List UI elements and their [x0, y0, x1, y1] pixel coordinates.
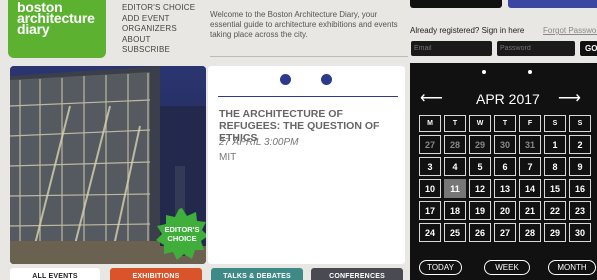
calendar-day[interactable]: 6: [494, 157, 516, 176]
calendar-row: 10 11 12 13 14 15 16: [419, 179, 595, 198]
weekday-label: F: [519, 115, 541, 132]
calendar-day[interactable]: 27: [419, 135, 441, 154]
site-logo[interactable]: boston architecture diary: [8, 0, 106, 58]
top-bar-button[interactable]: [508, 0, 597, 8]
today-button[interactable]: TODAY: [419, 260, 462, 275]
login-label: Already registered? Sign in here: [410, 26, 525, 35]
main-nav: EDITOR'S CHOICE ADD EVENT ORGANIZERS ABO…: [122, 3, 195, 56]
tab-all-events[interactable]: ALL EVENTS: [10, 268, 100, 280]
calendar-day[interactable]: 24: [419, 223, 441, 242]
calendar-day[interactable]: 8: [544, 157, 566, 176]
calendar-day[interactable]: 28: [519, 223, 541, 242]
divider: [210, 56, 408, 57]
badge-line: EDITOR'S: [164, 225, 200, 234]
top-bar-button[interactable]: [410, 0, 502, 8]
calendar-dot[interactable]: [528, 70, 532, 74]
calendar-day[interactable]: 9: [569, 157, 591, 176]
calendar-day[interactable]: 7: [519, 157, 541, 176]
calendar-day[interactable]: 23: [569, 201, 591, 220]
calendar-day[interactable]: 27: [494, 223, 516, 242]
featured-event-card[interactable]: THE ARCHITECTURE OF REFUGEES: THE QUESTI…: [208, 66, 405, 264]
tab-exhibitions[interactable]: EXHIBITIONS: [110, 268, 202, 280]
week-view-button[interactable]: WEEK: [484, 260, 530, 275]
calendar-day[interactable]: 29: [469, 135, 491, 154]
weekday-label: W: [469, 115, 491, 132]
badge-line: CHOICE: [167, 234, 197, 243]
email-field[interactable]: [410, 40, 493, 57]
event-date: 27 APRIL 3:00PM: [219, 137, 299, 148]
calendar-day[interactable]: 28: [444, 135, 466, 154]
nav-editors-choice[interactable]: EDITOR'S CHOICE: [122, 3, 195, 14]
calendar-day[interactable]: 4: [444, 157, 466, 176]
calendar-day[interactable]: 1: [544, 135, 566, 154]
calendar-day[interactable]: 19: [469, 201, 491, 220]
calendar-header: ⟵ APR 2017 ⟶: [410, 89, 597, 109]
calendar-day[interactable]: 5: [469, 157, 491, 176]
next-month-arrow-icon[interactable]: ⟶: [558, 89, 581, 109]
calendar-day[interactable]: 14: [519, 179, 541, 198]
weekday-label: T: [494, 115, 516, 132]
calendar-day[interactable]: 17: [419, 201, 441, 220]
password-field[interactable]: [496, 40, 576, 57]
event-venue: MIT: [219, 152, 237, 163]
carousel-dot[interactable]: [280, 74, 291, 85]
tab-talks-debates[interactable]: TALKS & DEBATES: [211, 268, 303, 280]
calendar-day[interactable]: 13: [494, 179, 516, 198]
calendar-row: 27 28 29 30 31 1 2: [419, 135, 595, 154]
calendar-grid: M T W T F S S 27 28 29 30 31 1 2 3 4 5 6 7 8 9 10 11 12 13 14 15 16…: [419, 115, 595, 245]
calendar-day[interactable]: 29: [544, 223, 566, 242]
nav-add-event[interactable]: ADD EVENT: [122, 14, 195, 25]
calendar-day[interactable]: 16: [569, 179, 591, 198]
calendar-day[interactable]: 12: [469, 179, 491, 198]
nav-organizers[interactable]: ORGANIZERS: [122, 24, 195, 35]
editors-choice-badge: EDITOR'S CHOICE: [155, 207, 206, 261]
calendar-day[interactable]: 2: [569, 135, 591, 154]
calendar-row: 24 25 26 27 28 29 30: [419, 223, 595, 242]
weekday-label: M: [419, 115, 441, 132]
featured-photo[interactable]: EDITOR'S CHOICE: [10, 66, 206, 264]
month-view-button[interactable]: MONTH: [548, 260, 596, 275]
calendar-day[interactable]: 18: [444, 201, 466, 220]
calendar-day[interactable]: 26: [469, 223, 491, 242]
weekday-label: S: [569, 115, 591, 132]
calendar-day[interactable]: 21: [519, 201, 541, 220]
nav-about[interactable]: ABOUT: [122, 35, 195, 46]
calendar-day[interactable]: 30: [494, 135, 516, 154]
calendar-row: 17 18 19 20 21 22 23: [419, 201, 595, 220]
go-button[interactable]: GO: [579, 40, 597, 57]
nav-subscribe[interactable]: SUBSCRIBE: [122, 45, 195, 56]
calendar-month: APR 2017: [476, 91, 540, 107]
calendar-day[interactable]: 15: [544, 179, 566, 198]
calendar-day[interactable]: 30: [569, 223, 591, 242]
calendar-day[interactable]: 31: [519, 135, 541, 154]
calendar-day[interactable]: 25: [444, 223, 466, 242]
calendar-day[interactable]: 20: [494, 201, 516, 220]
calendar-row: 3456789: [419, 157, 595, 176]
calendar-day[interactable]: 3: [419, 157, 441, 176]
weekday-label: S: [544, 115, 566, 132]
event-calendar: ⟵ APR 2017 ⟶ M T W T F S S 27 28 29 30 31 1 2 3 4 5 6 7 8 9 1…: [410, 63, 597, 280]
calendar-row: MTWTFSS: [419, 115, 595, 132]
calendar-dot[interactable]: [482, 70, 486, 74]
calendar-day[interactable]: 22: [544, 201, 566, 220]
weekday-label: T: [444, 115, 466, 132]
calendar-day[interactable]: 10: [419, 179, 441, 198]
carousel-dot[interactable]: [321, 74, 332, 85]
tab-conferences[interactable]: CONFERENCES: [311, 268, 403, 280]
divider: [218, 96, 398, 97]
welcome-text: Welcome to the Boston Architecture Diary…: [210, 10, 398, 39]
prev-month-arrow-icon[interactable]: ⟵: [420, 89, 443, 109]
forgot-password-link[interactable]: Forgot Password: [543, 26, 597, 35]
calendar-day[interactable]: 11: [444, 179, 466, 198]
